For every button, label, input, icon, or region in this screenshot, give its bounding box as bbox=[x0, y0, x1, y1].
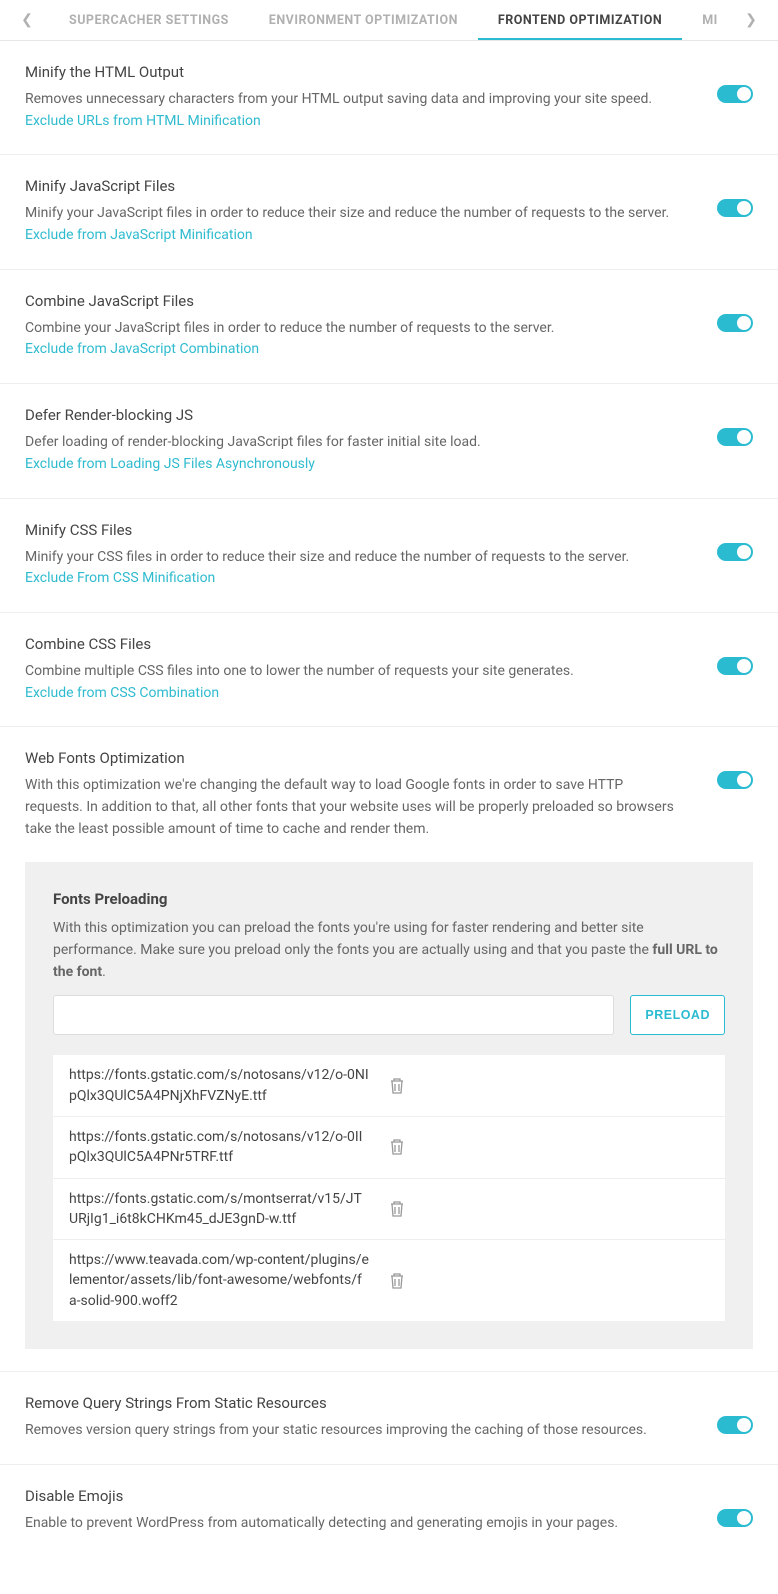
toggle-emojis[interactable] bbox=[717, 1509, 753, 1527]
section-desc: Minify your JavaScript files in order to… bbox=[25, 203, 677, 246]
section-desc: With this optimization we're changing th… bbox=[25, 775, 677, 840]
tab-environment[interactable]: ENVIRONMENT OPTIMIZATION bbox=[249, 1, 478, 40]
section-content: Minify CSS Files Minify your CSS files i… bbox=[25, 521, 717, 590]
section-title: Combine CSS Files bbox=[25, 635, 677, 653]
tab-partial[interactable]: MI bbox=[682, 1, 738, 40]
exclude-link[interactable]: Exclude from JavaScript Combination bbox=[25, 341, 259, 357]
section-query-strings: Remove Query Strings From Static Resourc… bbox=[0, 1372, 778, 1465]
tabs-scroll-right[interactable]: ❯ bbox=[739, 0, 763, 40]
section-title: Minify CSS Files bbox=[25, 521, 677, 539]
section-emojis: Disable Emojis Enable to prevent WordPre… bbox=[0, 1465, 778, 1557]
tabs-scroll-area: SUPERCACHER SETTINGS ENVIRONMENT OPTIMIZ… bbox=[39, 1, 739, 40]
section-webfonts-wrap: Web Fonts Optimization With this optimiz… bbox=[0, 727, 778, 1372]
font-item: https://www.teavada.com/wp-content/plugi… bbox=[53, 1240, 725, 1321]
section-title: Remove Query Strings From Static Resourc… bbox=[25, 1394, 677, 1412]
tabs-scroll-left[interactable]: ❮ bbox=[15, 0, 39, 40]
section-title: Minify JavaScript Files bbox=[25, 177, 677, 195]
section-desc: Minify your CSS files in order to reduce… bbox=[25, 547, 677, 590]
exclude-link[interactable]: Exclude from Loading JS Files Asynchrono… bbox=[25, 456, 315, 472]
font-list: https://fonts.gstatic.com/s/notosans/v12… bbox=[53, 1055, 725, 1321]
section-minify-html: Minify the HTML Output Removes unnecessa… bbox=[0, 41, 778, 155]
section-desc: Removes version query strings from your … bbox=[25, 1420, 677, 1442]
preload-row: PRELOAD bbox=[53, 995, 725, 1035]
section-title: Disable Emojis bbox=[25, 1487, 677, 1505]
delete-font-icon[interactable] bbox=[389, 1200, 407, 1218]
fonts-desc: With this optimization you can preload t… bbox=[53, 918, 725, 983]
font-url-input[interactable] bbox=[53, 995, 614, 1035]
section-webfonts: Web Fonts Optimization With this optimiz… bbox=[0, 727, 778, 862]
toggle-defer-js[interactable] bbox=[717, 428, 753, 446]
toggle-minify-js[interactable] bbox=[717, 199, 753, 217]
toggle-minify-css[interactable] bbox=[717, 543, 753, 561]
toggle-combine-css[interactable] bbox=[717, 657, 753, 675]
section-content: Web Fonts Optimization With this optimiz… bbox=[25, 749, 717, 840]
font-url-text: https://fonts.gstatic.com/s/montserrat/v… bbox=[69, 1189, 389, 1230]
section-content: Minify JavaScript Files Minify your Java… bbox=[25, 177, 717, 246]
section-desc: Defer loading of render-blocking JavaScr… bbox=[25, 432, 677, 475]
fonts-preloading-box: Fonts Preloading With this optimization … bbox=[25, 862, 753, 1349]
section-content: Combine JavaScript Files Combine your Ja… bbox=[25, 292, 717, 361]
section-content: Remove Query Strings From Static Resourc… bbox=[25, 1394, 717, 1442]
section-desc: Combine multiple CSS files into one to l… bbox=[25, 661, 677, 704]
font-url-text: https://www.teavada.com/wp-content/plugi… bbox=[69, 1250, 389, 1311]
tab-frontend[interactable]: FRONTEND OPTIMIZATION bbox=[478, 1, 682, 40]
fonts-heading: Fonts Preloading bbox=[53, 890, 725, 908]
font-item: https://fonts.gstatic.com/s/montserrat/v… bbox=[53, 1179, 725, 1241]
exclude-link[interactable]: Exclude From CSS Minification bbox=[25, 570, 215, 586]
section-content: Disable Emojis Enable to prevent WordPre… bbox=[25, 1487, 717, 1535]
section-minify-js: Minify JavaScript Files Minify your Java… bbox=[0, 155, 778, 269]
font-item: https://fonts.gstatic.com/s/notosans/v12… bbox=[53, 1055, 725, 1117]
exclude-link[interactable]: Exclude from JavaScript Minification bbox=[25, 227, 253, 243]
section-title: Defer Render-blocking JS bbox=[25, 406, 677, 424]
section-desc: Enable to prevent WordPress from automat… bbox=[25, 1513, 677, 1535]
exclude-link[interactable]: Exclude URLs from HTML Minification bbox=[25, 113, 261, 129]
toggle-query-strings[interactable] bbox=[717, 1416, 753, 1434]
tab-supercacher[interactable]: SUPERCACHER SETTINGS bbox=[49, 1, 249, 40]
section-combine-css: Combine CSS Files Combine multiple CSS f… bbox=[0, 613, 778, 727]
toggle-webfonts[interactable] bbox=[717, 771, 753, 789]
toggle-minify-html[interactable] bbox=[717, 85, 753, 103]
tabs-bar: ❮ SUPERCACHER SETTINGS ENVIRONMENT OPTIM… bbox=[0, 0, 778, 41]
font-url-text: https://fonts.gstatic.com/s/notosans/v12… bbox=[69, 1065, 389, 1106]
section-defer-js: Defer Render-blocking JS Defer loading o… bbox=[0, 384, 778, 498]
toggle-combine-js[interactable] bbox=[717, 314, 753, 332]
section-minify-css: Minify CSS Files Minify your CSS files i… bbox=[0, 499, 778, 613]
section-content: Minify the HTML Output Removes unnecessa… bbox=[25, 63, 717, 132]
section-content: Defer Render-blocking JS Defer loading o… bbox=[25, 406, 717, 475]
font-url-text: https://fonts.gstatic.com/s/notosans/v12… bbox=[69, 1127, 389, 1168]
delete-font-icon[interactable] bbox=[389, 1077, 407, 1095]
delete-font-icon[interactable] bbox=[389, 1272, 407, 1290]
preload-button[interactable]: PRELOAD bbox=[630, 995, 725, 1035]
section-title: Web Fonts Optimization bbox=[25, 749, 677, 767]
delete-font-icon[interactable] bbox=[389, 1138, 407, 1156]
section-title: Combine JavaScript Files bbox=[25, 292, 677, 310]
section-combine-js: Combine JavaScript Files Combine your Ja… bbox=[0, 270, 778, 384]
section-title: Minify the HTML Output bbox=[25, 63, 677, 81]
section-desc: Combine your JavaScript files in order t… bbox=[25, 318, 677, 361]
font-item: https://fonts.gstatic.com/s/notosans/v12… bbox=[53, 1117, 725, 1179]
section-content: Combine CSS Files Combine multiple CSS f… bbox=[25, 635, 717, 704]
section-desc: Removes unnecessary characters from your… bbox=[25, 89, 677, 132]
exclude-link[interactable]: Exclude from CSS Combination bbox=[25, 685, 219, 701]
